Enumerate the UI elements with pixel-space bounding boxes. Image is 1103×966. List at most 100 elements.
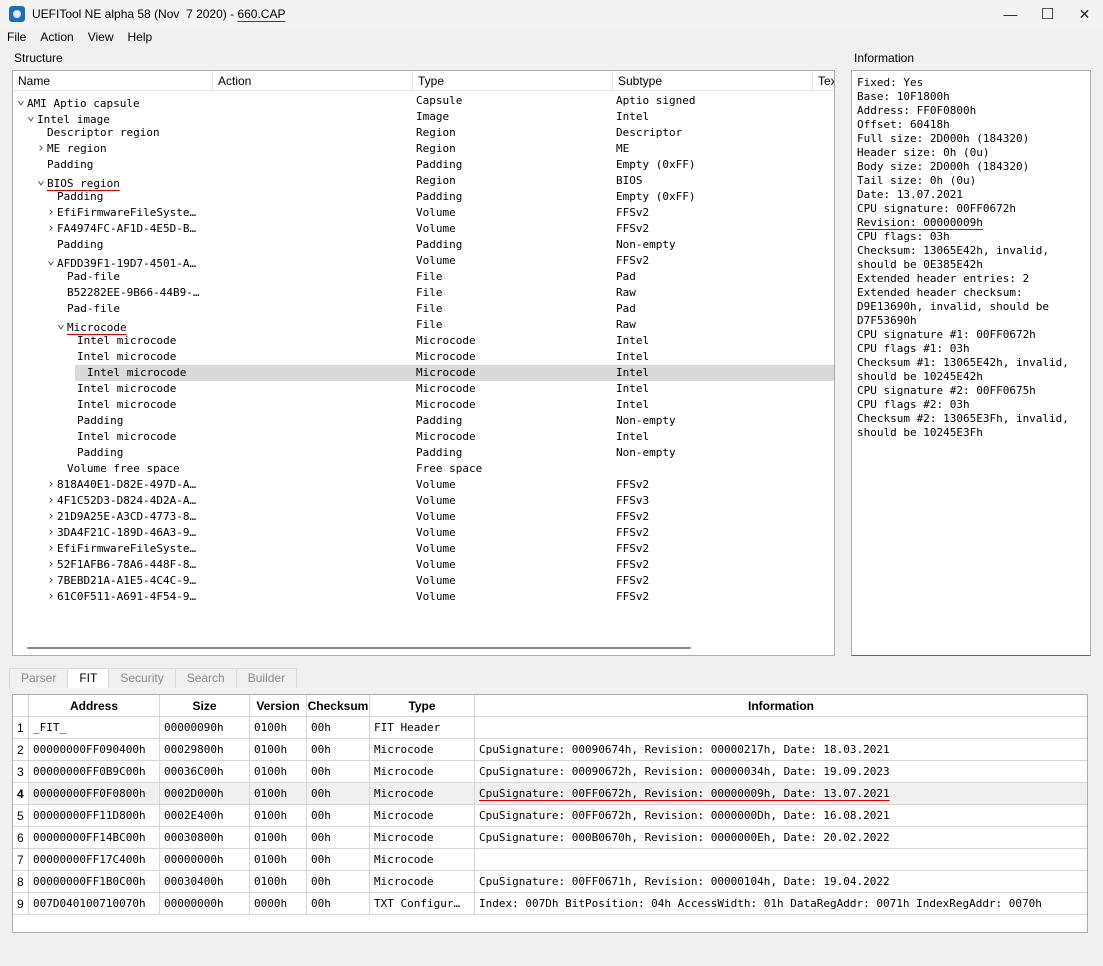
tree-row[interactable]: Intel microcode Microcode Intel xyxy=(13,429,834,445)
fit-row-number[interactable]: 8 xyxy=(13,871,29,893)
horizontal-scrollbar[interactable] xyxy=(27,647,691,649)
tree-row[interactable]: ⌄ Microcode File Raw xyxy=(13,317,834,334)
fit-row[interactable]: 1 _FIT_ 00000090h 0100h 00h FIT Header xyxy=(13,717,1087,739)
tree-row[interactable]: Intel microcode Microcode Intel xyxy=(13,397,834,413)
tree-row[interactable]: Padding Padding Empty (0xFF) xyxy=(13,189,834,205)
header-text[interactable]: Tex xyxy=(813,71,834,91)
fit-row[interactable]: 9 007D040100710070h 00000000h 0000h 00h TXT C… xyxy=(13,893,1087,915)
fit-row[interactable]: 7 00000000FF17C400h 00000000h 0100h 00h Micro… xyxy=(13,849,1087,871)
chevron-down-icon[interactable]: ⌄ xyxy=(27,109,37,125)
tree-row[interactable]: Descriptor region Region Descriptor xyxy=(13,125,834,141)
fit-header-information[interactable]: Information xyxy=(475,695,1087,717)
fit-row-number[interactable]: 7 xyxy=(13,849,29,871)
tree-row[interactable]: › 7BEBD21A-A1E5-4C4C-9… Volume FFSv2 xyxy=(13,573,834,589)
fit-cell-info xyxy=(475,849,1087,871)
menu-file[interactable]: File xyxy=(0,28,33,47)
tree-row[interactable]: Padding Padding Non-empty xyxy=(13,237,834,253)
tree-row[interactable]: Pad-file File Pad xyxy=(13,269,834,285)
menu-view[interactable]: View xyxy=(81,28,121,47)
tree-row[interactable]: ⌄ AMI Aptio capsule Capsule Aptio signed xyxy=(13,93,834,110)
tree-row[interactable]: Volume free space Free space xyxy=(13,461,834,477)
fit-row[interactable]: 8 00000000FF1B0C00h 00030400h 0100h 00h Micro… xyxy=(13,871,1087,893)
chevron-down-icon[interactable]: ⌄ xyxy=(37,173,47,189)
tab-search[interactable]: Search xyxy=(174,668,237,688)
chevron-right-icon[interactable]: › xyxy=(47,509,57,525)
fit-row-number[interactable]: 1 xyxy=(13,717,29,739)
fit-table[interactable]: Address Size Version Checksum Type Infor… xyxy=(12,694,1088,933)
fit-row[interactable]: 6 00000000FF14BC00h 00030800h 0100h 00h Micro… xyxy=(13,827,1087,849)
fit-header-size[interactable]: Size xyxy=(160,695,250,717)
tab-fit[interactable]: FIT xyxy=(67,668,110,688)
chevron-right-icon[interactable]: › xyxy=(47,589,57,605)
maximize-button[interactable]: ☐ xyxy=(1029,0,1066,28)
tree-row[interactable]: ⌄ AFDD39F1-19D7-4501-A… Volume FFSv2 xyxy=(13,253,834,270)
fit-row[interactable]: 3 00000000FF0B9C00h 00036C00h 0100h 00h Micro… xyxy=(13,761,1087,783)
chevron-right-icon[interactable]: › xyxy=(47,221,57,237)
header-type[interactable]: Type xyxy=(413,71,613,91)
fit-row-number[interactable]: 4 xyxy=(13,783,29,805)
minimize-button[interactable]: — xyxy=(992,0,1029,28)
fit-row[interactable]: 4 00000000FF0F0800h 0002D000h 0100h 00h Micro… xyxy=(13,783,1087,805)
tree-row[interactable]: › 4F1C52D3-D824-4D2A-A… Volume FFSv3 xyxy=(13,493,834,509)
header-subtype[interactable]: Subtype xyxy=(613,71,813,91)
chevron-down-icon[interactable]: ⌄ xyxy=(57,317,67,333)
menu-help[interactable]: Help xyxy=(121,28,160,47)
tree-row-type: Region xyxy=(416,174,456,187)
tree-row[interactable]: Intel microcode Microcode Intel xyxy=(13,381,834,397)
structure-tree[interactable]: Name Action Type Subtype Tex ⌄ AMI Aptio … xyxy=(12,70,835,656)
tree-row[interactable]: › 818A40E1-D82E-497D-A… Volume FFSv2 xyxy=(13,477,834,493)
chevron-right-icon[interactable]: › xyxy=(47,205,57,221)
tree-row[interactable]: Intel microcode Microcode Intel xyxy=(13,365,834,381)
tree-row[interactable]: › EfiFirmwareFileSyste… Volume FFSv2 xyxy=(13,205,834,221)
tab-parser[interactable]: Parser xyxy=(9,668,69,688)
chevron-right-icon[interactable]: › xyxy=(47,493,57,509)
fit-row[interactable]: 5 00000000FF11D800h 0002E400h 0100h 00h Micro… xyxy=(13,805,1087,827)
tree-row[interactable]: B52282EE-9B66-44B9-… File Raw xyxy=(13,285,834,301)
fit-cell-info xyxy=(475,717,1087,739)
fit-header-version[interactable]: Version xyxy=(250,695,307,717)
chevron-down-icon[interactable]: ⌄ xyxy=(47,253,57,269)
tree-row[interactable]: Intel microcode Microcode Intel xyxy=(13,333,834,349)
fit-header-address[interactable]: Address xyxy=(29,695,160,717)
tree-row[interactable]: › EfiFirmwareFileSyste… Volume FFSv2 xyxy=(13,541,834,557)
tree-row[interactable]: Padding Padding Empty (0xFF) xyxy=(13,157,834,173)
tree-row[interactable]: Pad-file File Pad xyxy=(13,301,834,317)
menu-action[interactable]: Action xyxy=(33,28,80,47)
tree-row-label: Intel microcode xyxy=(77,430,177,443)
chevron-right-icon[interactable]: › xyxy=(47,573,57,589)
tab-security[interactable]: Security xyxy=(108,668,176,688)
info-line: Checksum #1: 13065E42h, invalid, xyxy=(857,356,1069,369)
fit-row-number[interactable]: 5 xyxy=(13,805,29,827)
chevron-right-icon[interactable]: › xyxy=(37,141,47,157)
fit-row-number[interactable]: 2 xyxy=(13,739,29,761)
tree-row[interactable]: › ME region Region ME xyxy=(13,141,834,157)
tab-builder[interactable]: Builder xyxy=(235,668,298,688)
fit-row-number[interactable]: 6 xyxy=(13,827,29,849)
information-panel[interactable]: Fixed: Yes Base: 10F1800h Address: FF0F080… xyxy=(851,70,1091,656)
tree-row-label: EfiFirmwareFileSyste… xyxy=(57,542,197,555)
tree-row[interactable]: › 3DA4F21C-189D-46A3-9… Volume FFSv2 xyxy=(13,525,834,541)
chevron-right-icon[interactable]: › xyxy=(47,557,57,573)
chevron-right-icon[interactable]: › xyxy=(47,477,57,493)
tree-row[interactable]: › 61C0F511-A691-4F54-9… Volume FFSv2 xyxy=(13,589,834,605)
tree-row[interactable]: ⌄ BIOS region Region BIOS xyxy=(13,173,834,190)
chevron-right-icon[interactable]: › xyxy=(47,525,57,541)
fit-row[interactable]: 2 00000000FF090400h 00029800h 0100h 00h Micro… xyxy=(13,739,1087,761)
fit-header-type[interactable]: Type xyxy=(370,695,475,717)
tree-row-subtype: FFSv2 xyxy=(616,542,650,555)
header-action[interactable]: Action xyxy=(213,71,413,91)
tree-row[interactable]: Intel microcode Microcode Intel xyxy=(13,349,834,365)
tree-row[interactable]: › 21D9A25E-A3CD-4773-8… Volume FFSv2 xyxy=(13,509,834,525)
chevron-right-icon[interactable]: › xyxy=(47,541,57,557)
tree-row[interactable]: › 52F1AFB6-78A6-448F-8… Volume FFSv2 xyxy=(13,557,834,573)
chevron-down-icon[interactable]: ⌄ xyxy=(17,93,27,109)
fit-row-number[interactable]: 9 xyxy=(13,893,29,915)
tree-row[interactable]: Padding Padding Non-empty xyxy=(13,413,834,429)
fit-row-number[interactable]: 3 xyxy=(13,761,29,783)
close-button[interactable]: ✕ xyxy=(1066,0,1103,28)
header-name[interactable]: Name xyxy=(13,71,213,91)
tree-row[interactable]: › FA4974FC-AF1D-4E5D-B… Volume FFSv2 xyxy=(13,221,834,237)
tree-row[interactable]: ⌄ Intel image Image Intel xyxy=(13,109,834,126)
fit-header-checksum[interactable]: Checksum xyxy=(307,695,370,717)
tree-row[interactable]: Padding Padding Non-empty xyxy=(13,445,834,461)
